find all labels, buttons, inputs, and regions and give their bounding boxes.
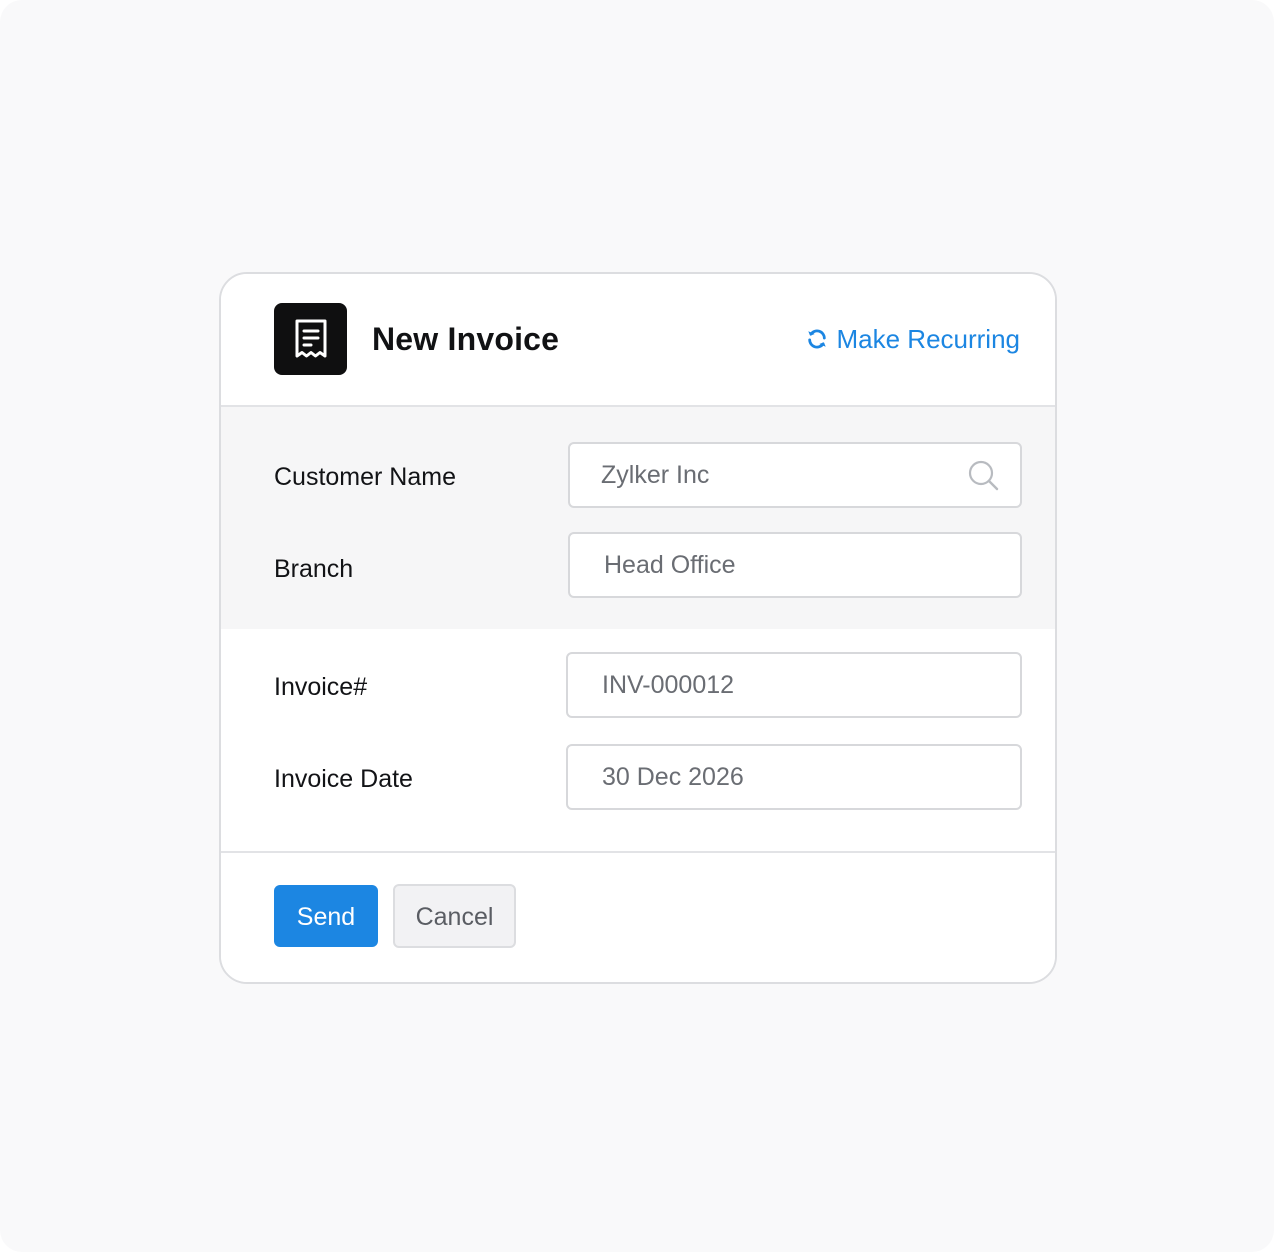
invoice-number-label: Invoice# xyxy=(274,673,368,701)
customer-name-input[interactable] xyxy=(568,442,1022,508)
invoice-details-section: Invoice# Invoice Date xyxy=(221,629,1055,851)
receipt-icon xyxy=(274,303,347,375)
card-header: New Invoice Make Recurring xyxy=(221,274,1055,407)
cancel-button[interactable]: Cancel xyxy=(393,884,516,948)
make-recurring-link[interactable]: Make Recurring xyxy=(806,322,1020,356)
new-invoice-card: New Invoice Make Recurring Customer Name… xyxy=(219,272,1057,984)
customer-section: Customer Name Branch xyxy=(221,407,1055,629)
refresh-icon xyxy=(806,328,828,350)
make-recurring-label: Make Recurring xyxy=(836,324,1020,354)
search-icon[interactable] xyxy=(967,459,1001,493)
invoice-number-input[interactable] xyxy=(566,652,1022,718)
invoice-date-input[interactable] xyxy=(566,744,1022,810)
send-button[interactable]: Send xyxy=(274,885,378,947)
branch-label: Branch xyxy=(274,555,354,583)
card-footer: Send Cancel xyxy=(221,851,1055,982)
branch-input[interactable] xyxy=(568,532,1022,598)
invoice-date-label: Invoice Date xyxy=(274,765,413,793)
customer-name-label: Customer Name xyxy=(274,463,456,491)
page-title: New Invoice xyxy=(372,321,560,357)
